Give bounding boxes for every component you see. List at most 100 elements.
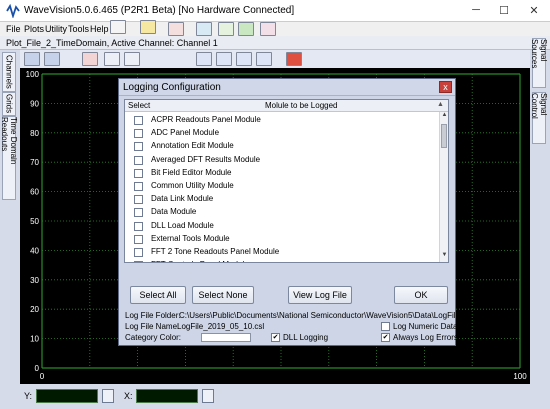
module-checkbox[interactable] — [134, 221, 143, 231]
module-checkbox[interactable] — [134, 181, 143, 191]
module-checkbox[interactable] — [134, 142, 143, 152]
module-checkbox[interactable] — [134, 247, 143, 257]
waveform-icon[interactable] — [260, 22, 276, 36]
pencil-icon[interactable] — [124, 52, 140, 66]
select-none-button[interactable]: Select None — [192, 286, 254, 304]
active-channel-text: Plot_File_2_TimeDomain, Active Channel: … — [6, 38, 218, 48]
stats-icon[interactable] — [196, 22, 212, 36]
view-log-file-button[interactable]: View Log File — [288, 286, 352, 304]
tab-grids-label: Grids — [4, 94, 14, 114]
delete-icon[interactable] — [82, 52, 98, 66]
list-item[interactable]: FFT 2 Tone Readouts Panel Module — [125, 246, 439, 259]
module-label: Common Utility Module — [151, 180, 234, 190]
minimize-button[interactable]: ─ — [462, 0, 490, 20]
x-coordinate-label: X: — [124, 391, 133, 401]
tab-time-domain-readouts[interactable]: Time Domain Readouts — [0, 116, 18, 200]
list-item[interactable]: Annotation Edit Module — [125, 140, 439, 153]
module-checkbox[interactable] — [134, 208, 143, 218]
list-item[interactable]: Data Module — [125, 206, 439, 219]
list-item[interactable]: Averaged DFT Results Module — [125, 154, 439, 167]
list-item[interactable]: FFT Controls Panel Module — [125, 259, 439, 262]
menu-utility[interactable]: Utility — [45, 24, 67, 34]
y-tick-label: 10 — [30, 335, 39, 344]
y-tick-label: 40 — [30, 246, 39, 255]
module-checkbox[interactable] — [134, 155, 143, 165]
scroll-up-icon[interactable]: ▲ — [440, 112, 448, 121]
select-all-button[interactable]: Select All — [130, 286, 186, 304]
scroll-thumb[interactable] — [441, 124, 447, 148]
menu-plots[interactable]: Plots — [24, 24, 44, 34]
module-list-scrollbar[interactable]: ▲ ▼ — [439, 112, 448, 262]
category-color-swatch[interactable] — [201, 333, 251, 342]
module-label: Bit Field Editor Module — [151, 167, 232, 177]
always-log-errors-label: Always Log Errors — [393, 333, 458, 342]
list-item[interactable]: External Tools Module — [125, 233, 439, 246]
print-plot-icon[interactable] — [44, 52, 60, 66]
module-checkbox[interactable] — [134, 168, 143, 178]
open-file-icon[interactable] — [140, 20, 156, 34]
plot-toolbar — [20, 50, 530, 68]
module-list-header: Select Molule to be Logged ▲ — [125, 100, 448, 112]
spectrum-icon[interactable] — [256, 52, 272, 66]
list-item[interactable]: ACPR Readouts Panel Module — [125, 114, 439, 127]
histogram-icon[interactable] — [236, 52, 252, 66]
tab-grids[interactable]: Grids — [2, 92, 16, 116]
ok-button[interactable]: OK — [394, 286, 448, 304]
list-item[interactable]: ADC Panel Module — [125, 127, 439, 140]
tab-signal-control[interactable]: Signal Control — [530, 92, 548, 144]
header-select[interactable]: Select — [128, 101, 150, 110]
y-coordinate-label: Y: — [24, 391, 33, 401]
fft-icon[interactable] — [216, 52, 232, 66]
header-module[interactable]: Molule to be Logged — [265, 101, 338, 110]
tab-channels[interactable]: Channels — [2, 52, 16, 92]
minimize-icon: ─ — [472, 4, 480, 16]
erase-icon[interactable] — [104, 52, 120, 66]
module-label: ADC Panel Module — [151, 128, 220, 138]
scroll-down-icon[interactable]: ▼ — [440, 252, 448, 261]
y-tick-label: 30 — [30, 276, 39, 285]
right-tab-strip: Signal Sources Signal Control — [530, 38, 550, 392]
menu-tools[interactable]: Tools — [68, 24, 89, 34]
maximize-button[interactable]: ☐ — [490, 0, 518, 20]
close-window-button[interactable]: ✕ — [518, 0, 550, 20]
list-item[interactable]: Common Utility Module — [125, 180, 439, 193]
calc-icon[interactable] — [218, 22, 234, 36]
y-cursor-button[interactable] — [102, 389, 114, 403]
dialog-close-icon: x — [443, 82, 448, 92]
module-label: ACPR Readouts Panel Module — [151, 115, 261, 124]
log-name-value: LogFile_2019_05_10.csl — [177, 322, 265, 331]
x-cursor-button[interactable] — [202, 389, 214, 403]
module-checkbox[interactable] — [134, 195, 143, 205]
list-item[interactable]: Data Link Module — [125, 193, 439, 206]
save-plot-icon[interactable] — [24, 52, 40, 66]
tab-signal-control-label: Signal Control — [530, 93, 548, 119]
hw-capture-icon[interactable] — [168, 22, 184, 36]
dll-logging-checkbox[interactable]: ✔ — [271, 333, 280, 342]
list-item[interactable]: DLL Load Module — [125, 220, 439, 233]
list-item[interactable]: Bit Field Editor Module — [125, 167, 439, 180]
refresh-icon[interactable] — [238, 22, 254, 36]
y-tick-label: 20 — [30, 305, 39, 314]
window-title: WaveVision5.0.6.465 (P2R1 Beta) [No Hard… — [24, 5, 295, 16]
sort-arrow-icon[interactable]: ▲ — [437, 101, 444, 108]
module-label: Annotation Edit Module — [151, 141, 234, 151]
module-checkbox[interactable] — [134, 129, 143, 139]
dialog-close-button[interactable]: x — [439, 81, 452, 93]
menu-help[interactable]: Help — [90, 24, 109, 34]
dll-logging-check-icon: ✔ — [272, 334, 279, 341]
module-checkbox[interactable] — [134, 116, 143, 125]
module-checkbox[interactable] — [134, 261, 143, 262]
tab-signal-sources[interactable]: Signal Sources — [530, 38, 548, 88]
coordinate-bar: Y: X: — [0, 384, 550, 409]
menu-file[interactable]: File — [6, 24, 21, 34]
module-rows: ACPR Readouts Panel Module ADC Panel Modu… — [125, 114, 439, 262]
always-log-errors-checkbox[interactable]: ✔ — [381, 333, 390, 342]
new-plot-icon[interactable] — [110, 20, 126, 34]
close-plot-icon[interactable] — [286, 52, 302, 66]
y-tick-label: 90 — [30, 99, 39, 108]
log-numeric-checkbox[interactable] — [381, 322, 390, 331]
x-coordinate-field — [136, 389, 198, 403]
x-tick-label: 100 — [513, 372, 527, 381]
module-checkbox[interactable] — [134, 234, 143, 244]
time-domain-icon[interactable] — [196, 52, 212, 66]
